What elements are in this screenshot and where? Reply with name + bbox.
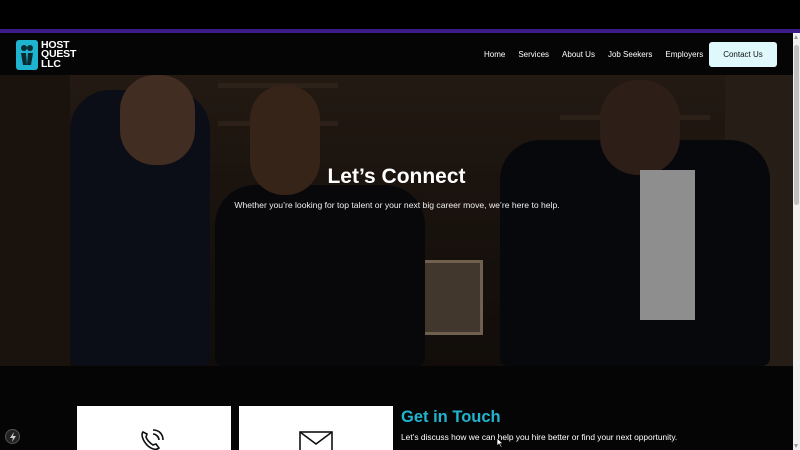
phone-card[interactable] [77, 406, 231, 450]
browser-top-strip [0, 0, 800, 29]
main-nav: Home Services About Us Job Seekers Emplo… [484, 33, 716, 75]
page-scrollbar[interactable] [793, 33, 800, 450]
site-header: HOST QUEST LLC Home Services About Us Jo… [0, 33, 793, 75]
mouse-cursor-icon [497, 438, 504, 448]
phone-icon [141, 429, 164, 450]
email-card[interactable] [239, 406, 393, 450]
envelope-icon [299, 431, 333, 450]
hero-banner: Let’s Connect Whether you’re looking for… [0, 75, 793, 366]
contact-section: Get in Touch Let’s discuss how we can he… [0, 366, 793, 450]
nav-home[interactable]: Home [484, 50, 505, 59]
logo-text: HOST QUEST LLC [41, 40, 76, 70]
get-in-touch-subtitle: Let’s discuss how we can help you hire b… [401, 432, 678, 442]
contact-us-button[interactable]: Contact Us [709, 42, 777, 67]
lightning-widget-icon[interactable] [5, 429, 20, 444]
scroll-down-arrow-icon[interactable] [794, 444, 798, 448]
hero-overlay [0, 75, 793, 366]
get-in-touch-title: Get in Touch [401, 408, 501, 426]
nav-employers[interactable]: Employers [665, 50, 703, 59]
scroll-up-arrow-icon[interactable] [794, 35, 798, 39]
nav-services[interactable]: Services [518, 50, 549, 59]
hero-subtitle: Whether you’re looking for top talent or… [234, 200, 560, 210]
nav-about-us[interactable]: About Us [562, 50, 595, 59]
hero-title: Let’s Connect [327, 165, 466, 188]
logo-line-3: LLC [41, 57, 61, 70]
scrollbar-thumb[interactable] [794, 45, 799, 205]
logo-mark-icon [16, 40, 38, 70]
nav-job-seekers[interactable]: Job Seekers [608, 50, 652, 59]
brand-logo[interactable]: HOST QUEST LLC [16, 39, 84, 71]
